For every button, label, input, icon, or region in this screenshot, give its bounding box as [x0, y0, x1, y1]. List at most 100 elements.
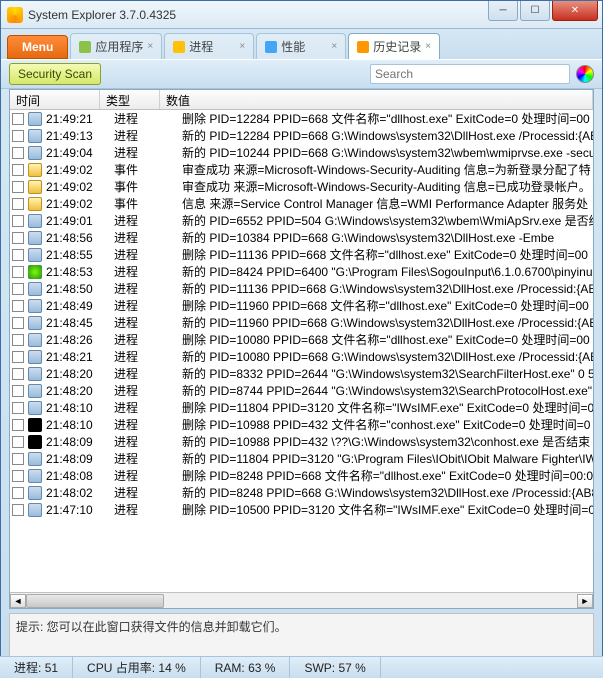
table-row[interactable]: 21:49:04进程新的 PID=10244 PPID=668 G:\Windo…: [10, 144, 593, 161]
row-checkbox[interactable]: [12, 470, 24, 482]
tab-processes[interactable]: 进程 ×: [164, 33, 254, 59]
row-checkbox[interactable]: [12, 487, 24, 499]
cell-type: 进程: [114, 348, 174, 365]
row-checkbox[interactable]: [12, 317, 24, 329]
cell-time: 21:49:01: [46, 214, 102, 228]
cell-type: 进程: [114, 280, 174, 297]
table-row[interactable]: 21:48:49进程删除 PID=11960 PPID=668 文件名称="dl…: [10, 297, 593, 314]
table-row[interactable]: 21:48:08进程删除 PID=8248 PPID=668 文件名称="dll…: [10, 467, 593, 484]
table-row[interactable]: 21:48:45进程新的 PID=11960 PPID=668 G:\Windo…: [10, 314, 593, 331]
row-checkbox[interactable]: [12, 368, 24, 380]
maximize-button[interactable]: ☐: [520, 1, 550, 21]
table-row[interactable]: 21:48:55进程删除 PID=11136 PPID=668 文件名称="dl…: [10, 246, 593, 263]
table-row[interactable]: 21:47:10进程删除 PID=10500 PPID=3120 文件名称="I…: [10, 501, 593, 518]
status-processes: 进程: 51: [0, 657, 73, 678]
cell-type: 进程: [114, 229, 174, 246]
table-row[interactable]: 21:49:02事件信息 来源=Service Control Manager …: [10, 195, 593, 212]
tab-close-icon[interactable]: ×: [425, 41, 431, 52]
security-scan-button[interactable]: Security Scan: [9, 63, 101, 85]
table-row[interactable]: 21:48:21进程新的 PID=10080 PPID=668 G:\Windo…: [10, 348, 593, 365]
table-row[interactable]: 21:48:56进程新的 PID=10384 PPID=668 G:\Windo…: [10, 229, 593, 246]
row-checkbox[interactable]: [12, 436, 24, 448]
row-icon: [28, 265, 42, 279]
cell-type: 进程: [114, 433, 174, 450]
table-row[interactable]: 21:49:02事件审查成功 来源=Microsoft-Windows-Secu…: [10, 178, 593, 195]
table-row[interactable]: 21:48:09进程新的 PID=10988 PPID=432 \??\G:\W…: [10, 433, 593, 450]
cell-time: 21:48:02: [46, 486, 102, 500]
table-row[interactable]: 21:49:01进程新的 PID=6552 PPID=504 G:\Window…: [10, 212, 593, 229]
title-bar: System Explorer 3.7.0.4325 ─ ☐ ✕: [1, 1, 602, 29]
cell-time: 21:48:09: [46, 435, 102, 449]
row-checkbox[interactable]: [12, 300, 24, 312]
row-checkbox[interactable]: [12, 181, 24, 193]
tab-close-icon[interactable]: ×: [147, 41, 153, 52]
row-checkbox[interactable]: [12, 334, 24, 346]
row-checkbox[interactable]: [12, 419, 24, 431]
column-type[interactable]: 类型: [100, 90, 160, 109]
cell-type: 进程: [114, 212, 174, 229]
table-row[interactable]: 21:48:53进程新的 PID=8424 PPID=6400 "G:\Prog…: [10, 263, 593, 280]
table-row[interactable]: 21:48:50进程新的 PID=11136 PPID=668 G:\Windo…: [10, 280, 593, 297]
table-row[interactable]: 21:48:10进程删除 PID=10988 PPID=432 文件名称="co…: [10, 416, 593, 433]
cell-value: 新的 PID=8424 PPID=6400 "G:\Program Files\…: [182, 263, 593, 280]
menu-button[interactable]: Menu: [7, 35, 68, 59]
table-row[interactable]: 21:48:20进程新的 PID=8744 PPID=2644 "G:\Wind…: [10, 382, 593, 399]
row-checkbox[interactable]: [12, 453, 24, 465]
row-checkbox[interactable]: [12, 351, 24, 363]
tab-icon: [173, 41, 185, 53]
status-ram: RAM: 63 %: [201, 657, 291, 678]
tab-close-icon[interactable]: ×: [331, 41, 337, 52]
cell-time: 21:49:02: [46, 197, 102, 211]
table-row[interactable]: 21:49:21进程删除 PID=12284 PPID=668 文件名称="dl…: [10, 110, 593, 127]
cell-type: 事件: [114, 195, 174, 212]
cell-type: 进程: [114, 331, 174, 348]
minimize-button[interactable]: ─: [488, 1, 518, 21]
close-button[interactable]: ✕: [552, 1, 598, 21]
row-checkbox[interactable]: [12, 504, 24, 516]
cell-type: 进程: [114, 110, 174, 127]
cell-time: 21:49:21: [46, 112, 102, 126]
cell-time: 21:48:20: [46, 384, 102, 398]
row-checkbox[interactable]: [12, 113, 24, 125]
scroll-right-arrow[interactable]: ►: [577, 594, 593, 608]
row-checkbox[interactable]: [12, 283, 24, 295]
table-row[interactable]: 21:48:20进程新的 PID=8332 PPID=2644 "G:\Wind…: [10, 365, 593, 382]
table-row[interactable]: 21:48:26进程删除 PID=10080 PPID=668 文件名称="dl…: [10, 331, 593, 348]
search-input[interactable]: [370, 64, 570, 84]
horizontal-scrollbar[interactable]: ◄ ►: [10, 592, 593, 608]
tab-close-icon[interactable]: ×: [239, 41, 245, 52]
row-checkbox[interactable]: [12, 266, 24, 278]
row-checkbox[interactable]: [12, 147, 24, 159]
tab-history[interactable]: 历史记录 ×: [348, 33, 440, 59]
column-time[interactable]: 时间: [10, 90, 100, 109]
table-row[interactable]: 21:48:10进程删除 PID=11804 PPID=3120 文件名称="I…: [10, 399, 593, 416]
row-checkbox[interactable]: [12, 232, 24, 244]
row-checkbox[interactable]: [12, 249, 24, 261]
tab-performance[interactable]: 性能 ×: [256, 33, 346, 59]
refresh-icon[interactable]: [576, 65, 594, 83]
table-row[interactable]: 21:49:02事件审查成功 来源=Microsoft-Windows-Secu…: [10, 161, 593, 178]
column-value[interactable]: 数值: [160, 90, 593, 109]
tab-applications[interactable]: 应用程序 ×: [70, 33, 162, 59]
tab-label: 历史记录: [373, 38, 421, 55]
row-icon: [28, 350, 42, 364]
cell-value: 删除 PID=10988 PPID=432 文件名称="conhost.exe"…: [182, 416, 593, 433]
scroll-thumb[interactable]: [26, 594, 164, 608]
row-checkbox[interactable]: [12, 164, 24, 176]
row-checkbox[interactable]: [12, 402, 24, 414]
tab-label: 性能: [281, 38, 305, 55]
status-cpu: CPU 占用率: 14 %: [73, 657, 201, 678]
row-checkbox[interactable]: [12, 198, 24, 210]
cell-type: 进程: [114, 297, 174, 314]
row-checkbox[interactable]: [12, 385, 24, 397]
scroll-left-arrow[interactable]: ◄: [10, 594, 26, 608]
table-row[interactable]: 21:48:02进程新的 PID=8248 PPID=668 G:\Window…: [10, 484, 593, 501]
row-icon: [28, 333, 42, 347]
table-row[interactable]: 21:49:13进程新的 PID=12284 PPID=668 G:\Windo…: [10, 127, 593, 144]
row-checkbox[interactable]: [12, 215, 24, 227]
cell-value: 删除 PID=11960 PPID=668 文件名称="dllhost.exe"…: [182, 297, 593, 314]
cell-time: 21:48:55: [46, 248, 102, 262]
row-icon: [28, 401, 42, 415]
table-row[interactable]: 21:48:09进程新的 PID=11804 PPID=3120 "G:\Pro…: [10, 450, 593, 467]
row-checkbox[interactable]: [12, 130, 24, 142]
